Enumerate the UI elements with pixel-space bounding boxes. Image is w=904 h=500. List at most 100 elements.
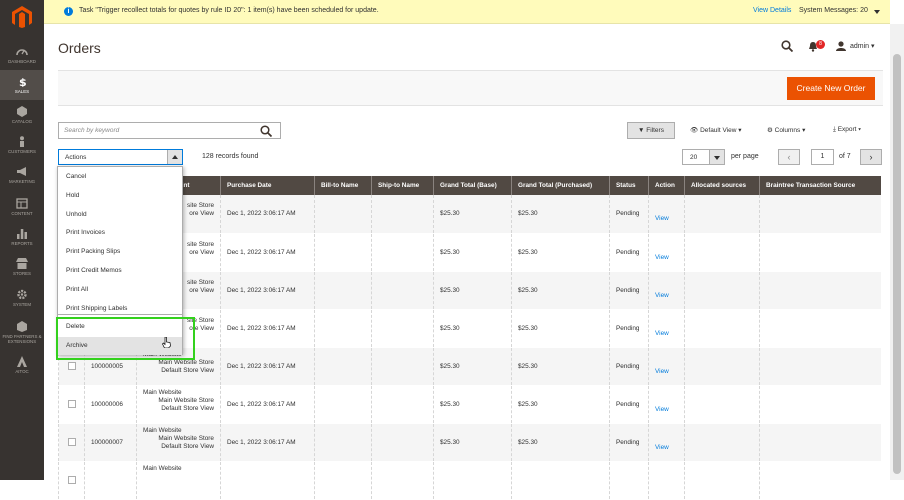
row-checkbox-cell[interactable]: [58, 423, 85, 462]
order-id: 100000007: [84, 423, 137, 462]
view-link[interactable]: View: [648, 271, 685, 310]
sidebar-item-content[interactable]: CONTENT: [0, 192, 44, 222]
pp-view: Default Store View: [161, 404, 214, 412]
column-header[interactable]: Ship-to Name: [371, 176, 434, 195]
view-link-label[interactable]: View: [655, 254, 669, 261]
view-link[interactable]: View: [648, 195, 685, 234]
view-link-label[interactable]: View: [655, 406, 669, 413]
page-scrollbar[interactable]: [890, 24, 904, 480]
per-page-select[interactable]: 20: [682, 149, 725, 165]
sidebar-item-label: CONTENT: [11, 211, 33, 216]
order-status: Pending: [609, 385, 649, 424]
sidebar-item-find[interactable]: FIND PARTNERS & EXTENSIONS: [0, 315, 44, 351]
sidebar-item-label: CUSTOMERS: [8, 149, 36, 154]
search-icon[interactable]: [260, 125, 272, 137]
keyword-search-input[interactable]: Search by keyword: [58, 122, 281, 139]
sidebar-item-marketing[interactable]: MARKETING: [0, 160, 44, 190]
view-link-label[interactable]: View: [655, 215, 669, 222]
menu-item-print-packing-slips[interactable]: Print Packing Slips: [58, 243, 182, 261]
admin-user-menu[interactable]: admin ▾: [850, 42, 875, 50]
grand-total-base: $25.30: [433, 195, 512, 234]
bill-to-name: [314, 271, 372, 310]
sidebar-item-aitoc[interactable]: AITOC: [0, 350, 44, 380]
sidebar-item-stores[interactable]: STORES: [0, 252, 44, 282]
allocated-sources: [684, 309, 760, 348]
table-row[interactable]: 100000007 Main Website Main Website Store D…: [58, 423, 881, 462]
create-new-order-button[interactable]: Create New Order: [787, 77, 875, 100]
view-link[interactable]: View: [648, 347, 685, 386]
menu-item-hold[interactable]: Hold: [58, 187, 182, 205]
view-details-link[interactable]: View Details: [753, 7, 791, 14]
column-header[interactable]: Purchase Date: [220, 176, 315, 195]
column-header[interactable]: Allocated sources: [684, 176, 760, 195]
export-dropdown[interactable]: ⤓ Export ▾: [833, 126, 861, 134]
sidebar-item-system[interactable]: SYSTEM: [0, 283, 44, 313]
store-icon: [16, 258, 28, 269]
next-page-button[interactable]: ›: [860, 149, 882, 165]
search-icon[interactable]: [781, 40, 793, 52]
view-link-label[interactable]: View: [655, 292, 669, 299]
view-link[interactable]: [648, 461, 685, 500]
row-checkbox[interactable]: [68, 476, 76, 484]
pp-store: Main Website Store: [158, 396, 214, 404]
braintree-source: [759, 195, 881, 234]
sidebar-item-dashboard[interactable]: DASHBOARD: [0, 40, 44, 70]
table-row[interactable]: 100000006 Main Website Main Website Store D…: [58, 385, 881, 424]
sidebar-item-label: AITOC: [15, 369, 29, 374]
page-total: of 7: [839, 153, 851, 160]
sidebar-item-customers[interactable]: CUSTOMERS: [0, 130, 44, 160]
view-link[interactable]: View: [648, 233, 685, 272]
chevron-down-icon[interactable]: [874, 10, 880, 14]
view-link[interactable]: View: [648, 385, 685, 424]
sidebar-item-label: REPORTS: [11, 241, 33, 246]
view-link-label[interactable]: View: [655, 444, 669, 451]
column-header[interactable]: Bill-to Name: [314, 176, 372, 195]
mass-actions-select[interactable]: Actions: [58, 149, 183, 165]
magento-logo[interactable]: [12, 6, 32, 28]
gear-icon: [17, 289, 27, 300]
sidebar-item-reports[interactable]: REPORTS: [0, 222, 44, 252]
sidebar-item-catalog[interactable]: CATALOG: [0, 100, 44, 130]
default-view-dropdown[interactable]: 👁 Default View ▾: [690, 126, 742, 134]
filters-button[interactable]: ▼ Filters: [627, 122, 675, 139]
sidebar-item-sales[interactable]: $ SALES: [0, 70, 44, 100]
sidebar-item-label: FIND PARTNERS & EXTENSIONS: [2, 334, 42, 344]
menu-item-print-credit-memos[interactable]: Print Credit Memos: [58, 262, 182, 280]
column-header[interactable]: Action: [648, 176, 685, 195]
previous-page-button[interactable]: ‹: [778, 149, 800, 165]
row-checkbox-cell[interactable]: [58, 461, 85, 500]
view-link-label[interactable]: View: [655, 330, 669, 337]
row-checkbox[interactable]: [68, 438, 76, 446]
view-link[interactable]: View: [648, 309, 685, 348]
menu-item-unhold[interactable]: Unhold: [58, 206, 182, 224]
column-header[interactable]: Grand Total (Base): [433, 176, 512, 195]
system-messages-label[interactable]: System Messages: 20: [799, 7, 868, 14]
columns-dropdown[interactable]: ⚙ Columns ▾: [767, 126, 805, 134]
column-header[interactable]: Grand Total (Purchased): [511, 176, 610, 195]
row-checkbox-cell[interactable]: [58, 385, 85, 424]
row-checkbox[interactable]: [68, 400, 76, 408]
purchase-point: Main WebsiteMain Website StoreDefault St…: [136, 423, 221, 462]
chevron-up-icon[interactable]: [167, 150, 182, 164]
table-row[interactable]: Main Website: [58, 461, 881, 500]
pp-website: Main Website: [143, 464, 182, 472]
view-link-label[interactable]: View: [655, 368, 669, 375]
column-header[interactable]: Status: [609, 176, 649, 195]
menu-item-cancel[interactable]: Cancel: [58, 168, 182, 186]
menu-item-print-shipping-labels[interactable]: Print Shipping Labels: [58, 300, 182, 318]
page-number-input[interactable]: 1: [811, 149, 834, 165]
grand-total-purchased: $25.30: [511, 271, 610, 310]
menu-item-print-invoices[interactable]: Print Invoices: [58, 224, 182, 242]
scrollbar-thumb[interactable]: [893, 54, 901, 474]
braintree-source: [759, 347, 881, 386]
chevron-down-icon[interactable]: [709, 150, 724, 164]
user-icon[interactable]: [836, 41, 846, 51]
view-link[interactable]: View: [648, 423, 685, 462]
gear-icon: ⚙: [767, 127, 773, 134]
cube-icon: [17, 106, 27, 117]
row-checkbox[interactable]: [68, 362, 76, 370]
grand-total-base: $25.30: [433, 385, 512, 424]
menu-item-print-all[interactable]: Print All: [58, 281, 182, 299]
admin-sidebar: DASHBOARD $ SALES CATALOG CUSTOMERS MARKETING…: [0, 0, 44, 480]
column-header[interactable]: Braintree Transaction Source: [759, 176, 881, 195]
